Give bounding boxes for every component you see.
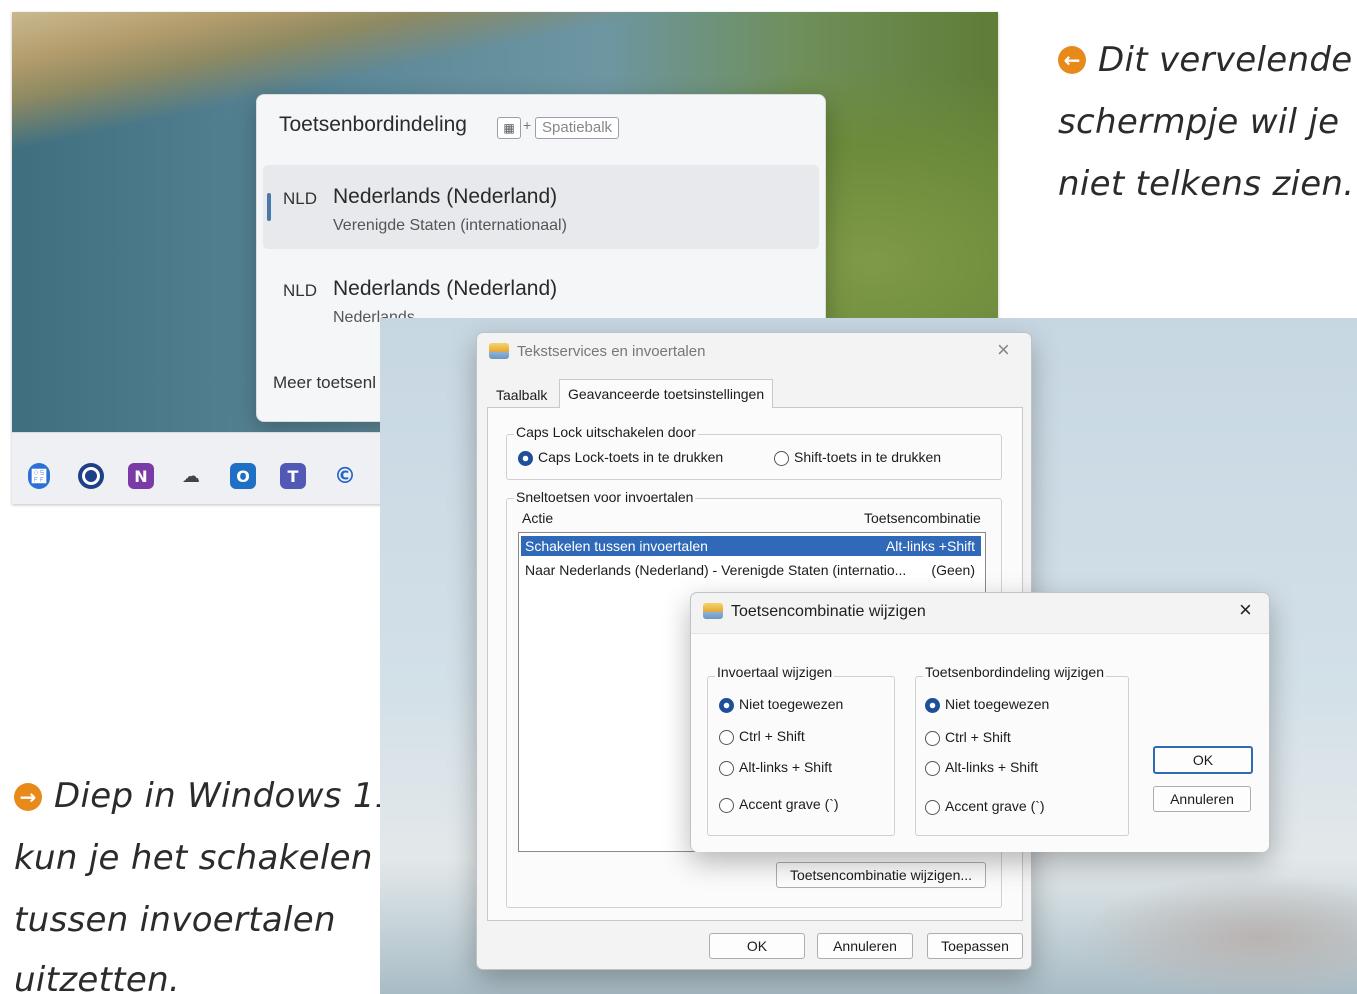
tab-advanced-key-settings[interactable]: Geavanceerde toetsinstellingen (559, 379, 774, 408)
windows-key-icon: ▦ (497, 117, 521, 139)
table-row[interactable]: Naar Nederlands (Nederland) - Verenigde … (521, 560, 981, 580)
ok-button[interactable]: OK (709, 933, 805, 959)
change-key-sequence-button[interactable]: Toetsencombinatie wijzigen... (776, 862, 986, 888)
apply-button[interactable]: Toepassen (927, 933, 1023, 959)
caption-top-line-1: Dit vervelende (1098, 40, 1353, 80)
col-header-combination: Toetsencombinatie (864, 510, 981, 526)
dialog-body: Invoertaal wijzigen Niet toegewezen Ctrl… (691, 633, 1269, 852)
left-option-label: Niet toegewezen (739, 696, 844, 712)
layout-name: Nederlands (Nederland) (333, 277, 558, 300)
bluetooth-icon[interactable]: ׿ (28, 463, 50, 489)
c-app-icon[interactable]: © (332, 463, 358, 489)
outlook-warning-icon[interactable]: O (230, 463, 256, 489)
onenote-icon[interactable]: N (128, 463, 154, 489)
close-icon[interactable]: × (1239, 597, 1252, 623)
caption-bottom-line-2: kun je het schakelen (14, 838, 373, 878)
caption-bottom-line-1: Diep in Windows 11 (54, 776, 397, 816)
text-services-icon (489, 343, 509, 359)
left-radio-grave[interactable] (719, 798, 734, 813)
left-arrow-icon: ← (1058, 46, 1086, 74)
caption-top-line-3: niet telkens zien. (1058, 164, 1355, 204)
right-option-label: Ctrl + Shift (945, 729, 1011, 745)
layout-code: NLD (283, 189, 318, 208)
right-radio-not-assigned[interactable] (925, 698, 940, 713)
dialog-title: Toetsencombinatie wijzigen (731, 603, 926, 620)
layout-name: Nederlands (Nederland) (333, 185, 558, 208)
input-language-group-label: Invoertaal wijzigen (715, 664, 835, 680)
close-icon[interactable]: × (997, 337, 1010, 363)
change-key-sequence-dialog: Toetsencombinatie wijzigen × Invoertaal … (690, 592, 1270, 852)
caps-radio-capslock[interactable] (518, 451, 533, 466)
app-circle-icon[interactable] (78, 463, 104, 489)
selected-indicator (267, 193, 271, 221)
left-radio-ctrl-shift[interactable] (719, 730, 734, 745)
col-header-action: Actie (522, 510, 554, 526)
cancel-button[interactable]: Annuleren (817, 933, 913, 959)
layout-item-us-international[interactable]: NLD Nederlands (Nederland) Verenigde Sta… (263, 165, 819, 249)
left-radio-alt-shift[interactable] (719, 761, 734, 776)
table-row[interactable]: Schakelen tussen invoertalen Alt-links +… (521, 536, 981, 556)
tab-taalbalk[interactable]: Taalbalk (491, 383, 552, 407)
caps-lock-group-label: Caps Lock uitschakelen door (514, 424, 698, 440)
row-combo: (Geen) (931, 562, 975, 578)
right-radio-grave[interactable] (925, 800, 940, 815)
dialog-title: Tekstservices en invoertalen (517, 343, 706, 360)
caps-option-capslock-label: Caps Lock-toets in te drukken (538, 449, 724, 465)
right-option-label: Accent grave (`) (945, 798, 1045, 814)
left-option-label: Accent grave (`) (739, 796, 839, 812)
teams-icon[interactable]: T (280, 463, 306, 489)
flyout-title: Toetsenbordindeling (279, 113, 467, 136)
right-option-label: Alt-links + Shift (945, 759, 1038, 775)
key-sequence-icon (703, 603, 723, 619)
left-option-label: Ctrl + Shift (739, 728, 805, 744)
right-arrow-icon: → (14, 783, 42, 811)
caps-option-shift-label: Shift-toets in te drukken (794, 449, 942, 465)
left-radio-not-assigned[interactable] (719, 698, 734, 713)
shortcut-plus: + (523, 117, 532, 133)
layout-sub: Verenigde Staten (internationaal) (333, 217, 567, 234)
row-combo: Alt-links +Shift (885, 538, 975, 554)
cloud-sync-icon[interactable]: ☁ (178, 463, 204, 489)
spacebar-key: Spatiebalk (535, 117, 620, 139)
hotkeys-group-label: Sneltoetsen voor invoertalen (514, 489, 696, 505)
caps-radio-shift[interactable] (774, 451, 789, 466)
cancel-button[interactable]: Annuleren (1153, 786, 1251, 812)
row-action: Naar Nederlands (Nederland) - Verenigde … (525, 562, 907, 578)
screenshot-text-services: Tekstservices en invoertalen × Taalbalk … (380, 318, 1357, 994)
ok-button[interactable]: OK (1153, 746, 1253, 774)
right-option-label: Niet toegewezen (945, 696, 1050, 712)
caption-bottom-line-3: tussen invoertalen (14, 900, 336, 940)
layout-code: NLD (283, 281, 318, 300)
row-action: Schakelen tussen invoertalen (525, 538, 708, 554)
caption-top-line-2: schermpje wil je (1058, 102, 1340, 142)
left-option-label: Alt-links + Shift (739, 759, 832, 775)
right-radio-ctrl-shift[interactable] (925, 731, 940, 746)
caption-bottom-line-4: uitzetten. (14, 960, 181, 994)
keyboard-layout-group-label: Toetsenbordindeling wijzigen (923, 664, 1107, 680)
more-keyboard-settings-link[interactable]: Meer toetsenl (273, 373, 376, 393)
right-radio-alt-shift[interactable] (925, 761, 940, 776)
